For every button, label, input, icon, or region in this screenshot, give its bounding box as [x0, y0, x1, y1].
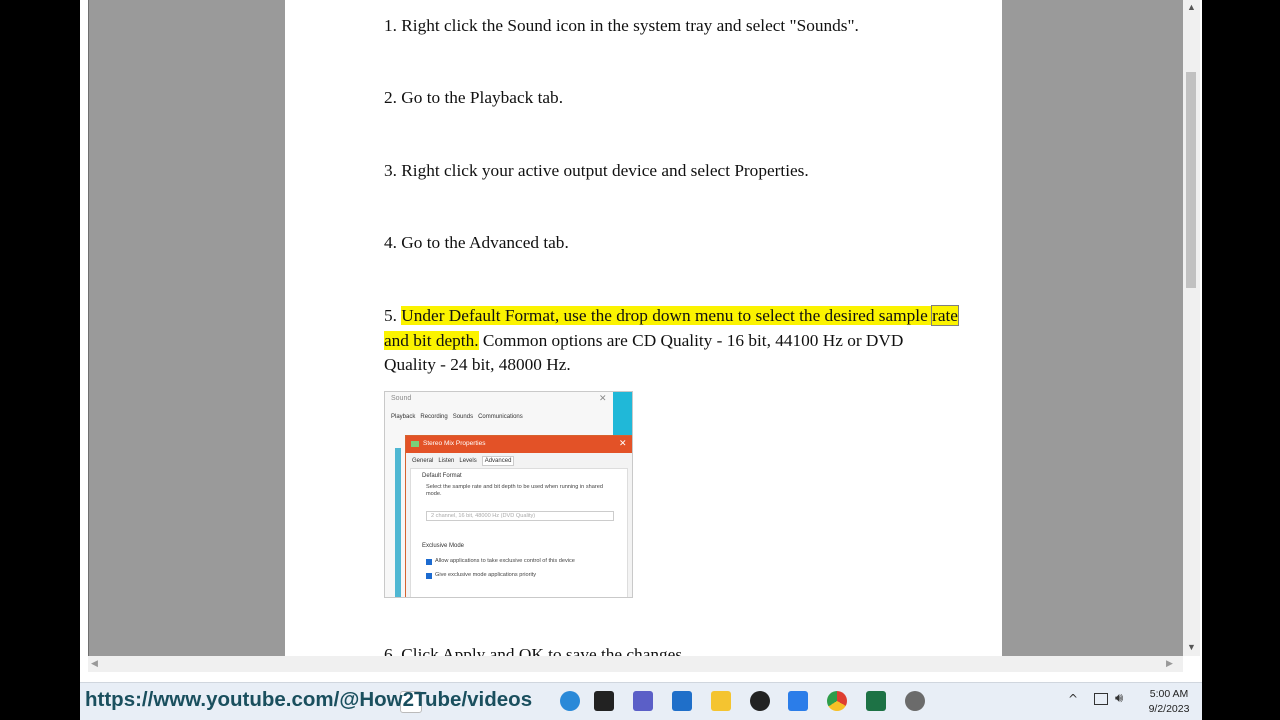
properties-title: Stereo Mix Properties — [423, 440, 486, 447]
properties-tabs: General Listen Levels Advanced — [412, 456, 519, 466]
tab-levels: Levels — [459, 458, 477, 464]
tab-advanced: Advanced — [481, 456, 515, 466]
store-icon[interactable] — [672, 691, 692, 711]
vertical-scrollbar[interactable]: ▲ ▼ — [1183, 0, 1200, 656]
embedded-screenshot: Sound ✕ Playback Recording Sounds Communica… — [384, 391, 633, 598]
default-format-label: Default Format — [422, 473, 462, 479]
desktop-background-edge — [613, 392, 632, 438]
teams-icon[interactable] — [633, 691, 653, 711]
black-frame-left — [0, 0, 80, 720]
tab-general: General — [412, 458, 434, 464]
step-5: 5. Under Default Format, use the drop do… — [384, 304, 959, 378]
scroll-left-icon[interactable]: ◀ — [91, 658, 98, 669]
taskbar: https://www.youtube.com/@How2Tube/videos… — [80, 682, 1202, 720]
sound-dialog-title: Sound — [391, 395, 412, 402]
checkbox-icon — [426, 559, 432, 565]
advanced-panel: Default Format Select the sample rate an… — [410, 468, 628, 597]
default-format-dropdown: 2 channel, 16 bit, 48000 Hz (DVD Quality… — [426, 511, 614, 521]
close-icon: ✕ — [619, 438, 627, 448]
horizontal-scrollbar[interactable]: ◀ ▶ — [88, 656, 1183, 672]
selected-word-rate[interactable]: rate — [931, 305, 959, 326]
document-viewer-window: 1. Right click the Sound icon in the sys… — [80, 0, 1202, 682]
viewer-background: 1. Right click the Sound icon in the sys… — [88, 0, 1184, 656]
exclusive-option-2: Give exclusive mode applications priorit… — [435, 572, 537, 578]
step-5-highlight-text-a: Under Default Format, use the drop down … — [401, 306, 933, 325]
tab-sounds: Sounds — [452, 414, 474, 420]
default-format-description: Select the sample rate and bit depth to … — [426, 484, 603, 497]
chevron-up-icon[interactable]: ^ — [1068, 692, 1078, 706]
step-2: 2. Go to the Playback tab. — [384, 88, 564, 107]
scroll-down-icon[interactable]: ▼ — [1187, 642, 1196, 652]
channel-url-overlay: https://www.youtube.com/@How2Tube/videos — [85, 688, 533, 711]
excel-icon[interactable] — [866, 691, 886, 711]
clock-date[interactable]: 9/2/2023 — [1142, 703, 1196, 715]
tab-recording: Recording — [420, 414, 448, 420]
settings-icon[interactable] — [905, 691, 925, 711]
step-4: 4. Go to the Advanced tab. — [384, 233, 569, 252]
scroll-up-icon[interactable]: ▲ — [1187, 2, 1196, 12]
file-icon[interactable] — [594, 691, 614, 711]
tab-communications: Communications — [478, 414, 523, 420]
properties-dialog: Stereo Mix Properties ✕ General Listen Lev… — [405, 435, 632, 597]
clock-time[interactable]: 5:00 AM — [1142, 688, 1196, 700]
scroll-right-icon[interactable]: ▶ — [1166, 658, 1173, 669]
speaker-icon[interactable]: 🔊︎ — [1115, 691, 1123, 706]
step-1: 1. Right click the Sound icon in the sys… — [384, 16, 859, 35]
device-list-edge — [395, 448, 401, 597]
step-5-number: 5. — [384, 306, 402, 325]
bing-icon[interactable] — [560, 691, 580, 711]
sound-tabs: Playback Recording Sounds Communications — [391, 414, 528, 420]
step-3: 3. Right click your active output device… — [384, 161, 809, 180]
step-6: 6. Click Apply and OK to save the change… — [384, 645, 687, 656]
properties-titlebar: Stereo Mix Properties ✕ — [406, 436, 632, 453]
app-icon[interactable] — [788, 691, 808, 711]
media-player-icon[interactable] — [750, 691, 770, 711]
chrome-icon[interactable] — [827, 691, 847, 711]
black-frame-right — [1202, 0, 1280, 720]
document-page: 1. Right click the Sound icon in the sys… — [285, 0, 1002, 656]
checkbox-icon — [426, 573, 432, 579]
close-icon: ✕ — [599, 393, 607, 403]
vertical-scroll-thumb[interactable] — [1186, 72, 1196, 288]
stereo-mix-icon — [411, 441, 419, 447]
step-5-highlight-text-b: and bit depth. — [384, 330, 479, 350]
tab-playback: Playback — [391, 414, 416, 420]
exclusive-mode-label: Exclusive Mode — [422, 543, 465, 549]
network-icon[interactable] — [1094, 693, 1108, 705]
tab-listen: Listen — [438, 458, 455, 464]
exclusive-option-1: Allow applications to take exclusive con… — [435, 558, 575, 564]
explorer-icon[interactable] — [711, 691, 731, 711]
